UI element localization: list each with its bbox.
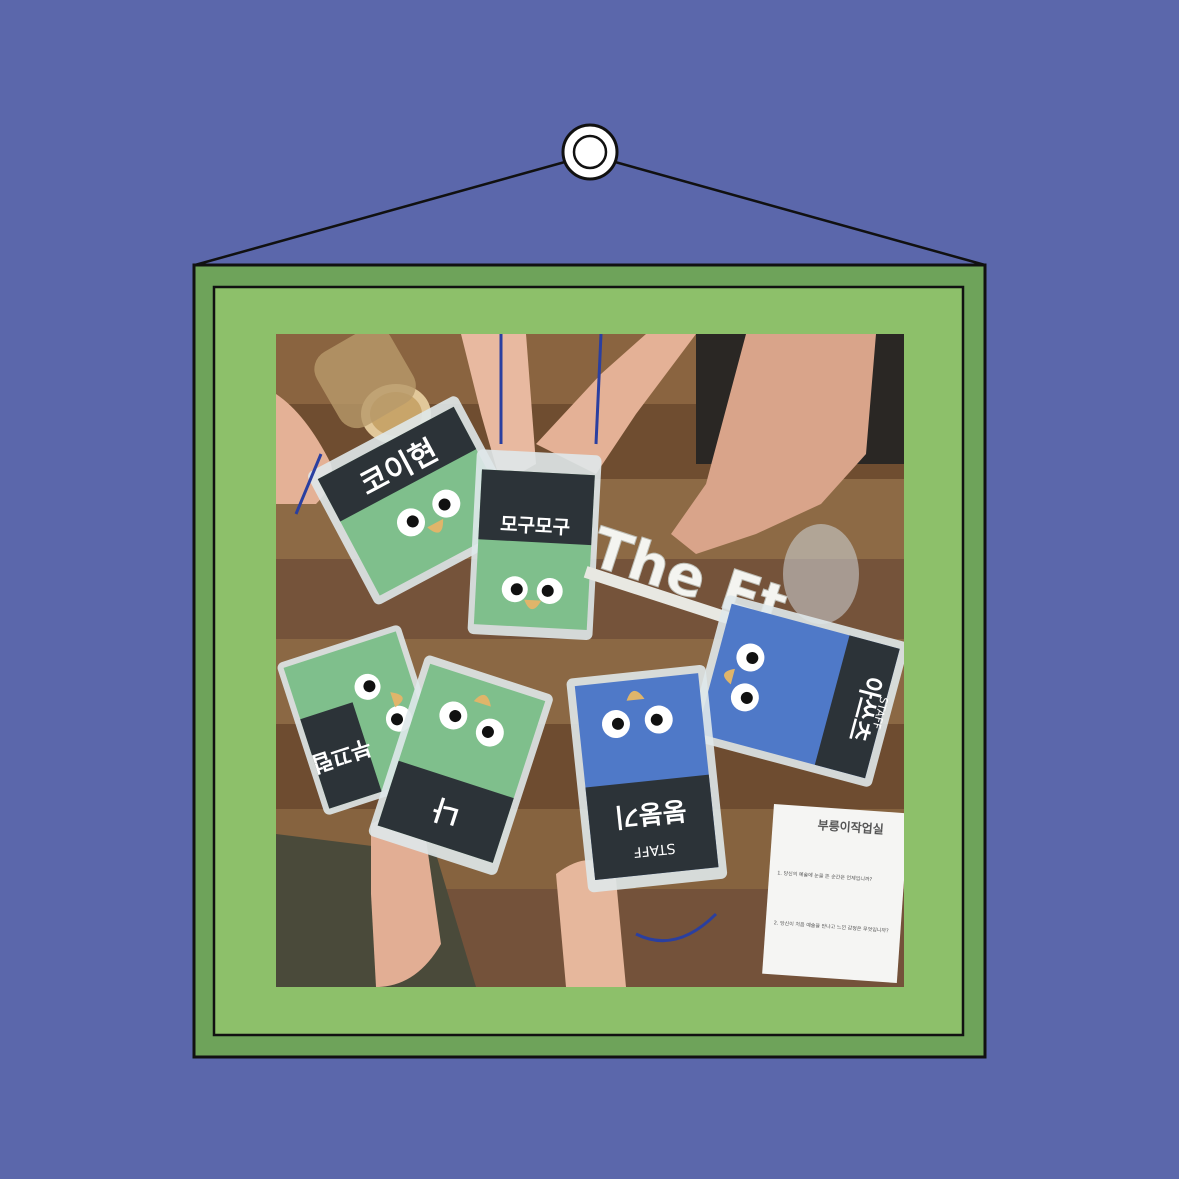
- badge: 모구모구: [467, 449, 602, 641]
- hanging-hook-icon: [561, 123, 619, 181]
- glass-jar: [783, 524, 859, 624]
- photo-illustration: 코이현 모구모구 The Et 아쓰츠 STAFF 부끄럽 나 붕붕기 STAF…: [276, 334, 904, 987]
- badge-name: 모구모구: [500, 513, 571, 539]
- question-paper: 부릉이작업실 1. 당신의 예술에 눈을 뜬 순간은 언제입니까? 2. 당신이…: [762, 804, 904, 984]
- photo: 코이현 모구모구 The Et 아쓰츠 STAFF 부끄럽 나 붕붕기 STAF…: [276, 334, 904, 987]
- badge: 붕붕기 STAFF: [566, 664, 728, 893]
